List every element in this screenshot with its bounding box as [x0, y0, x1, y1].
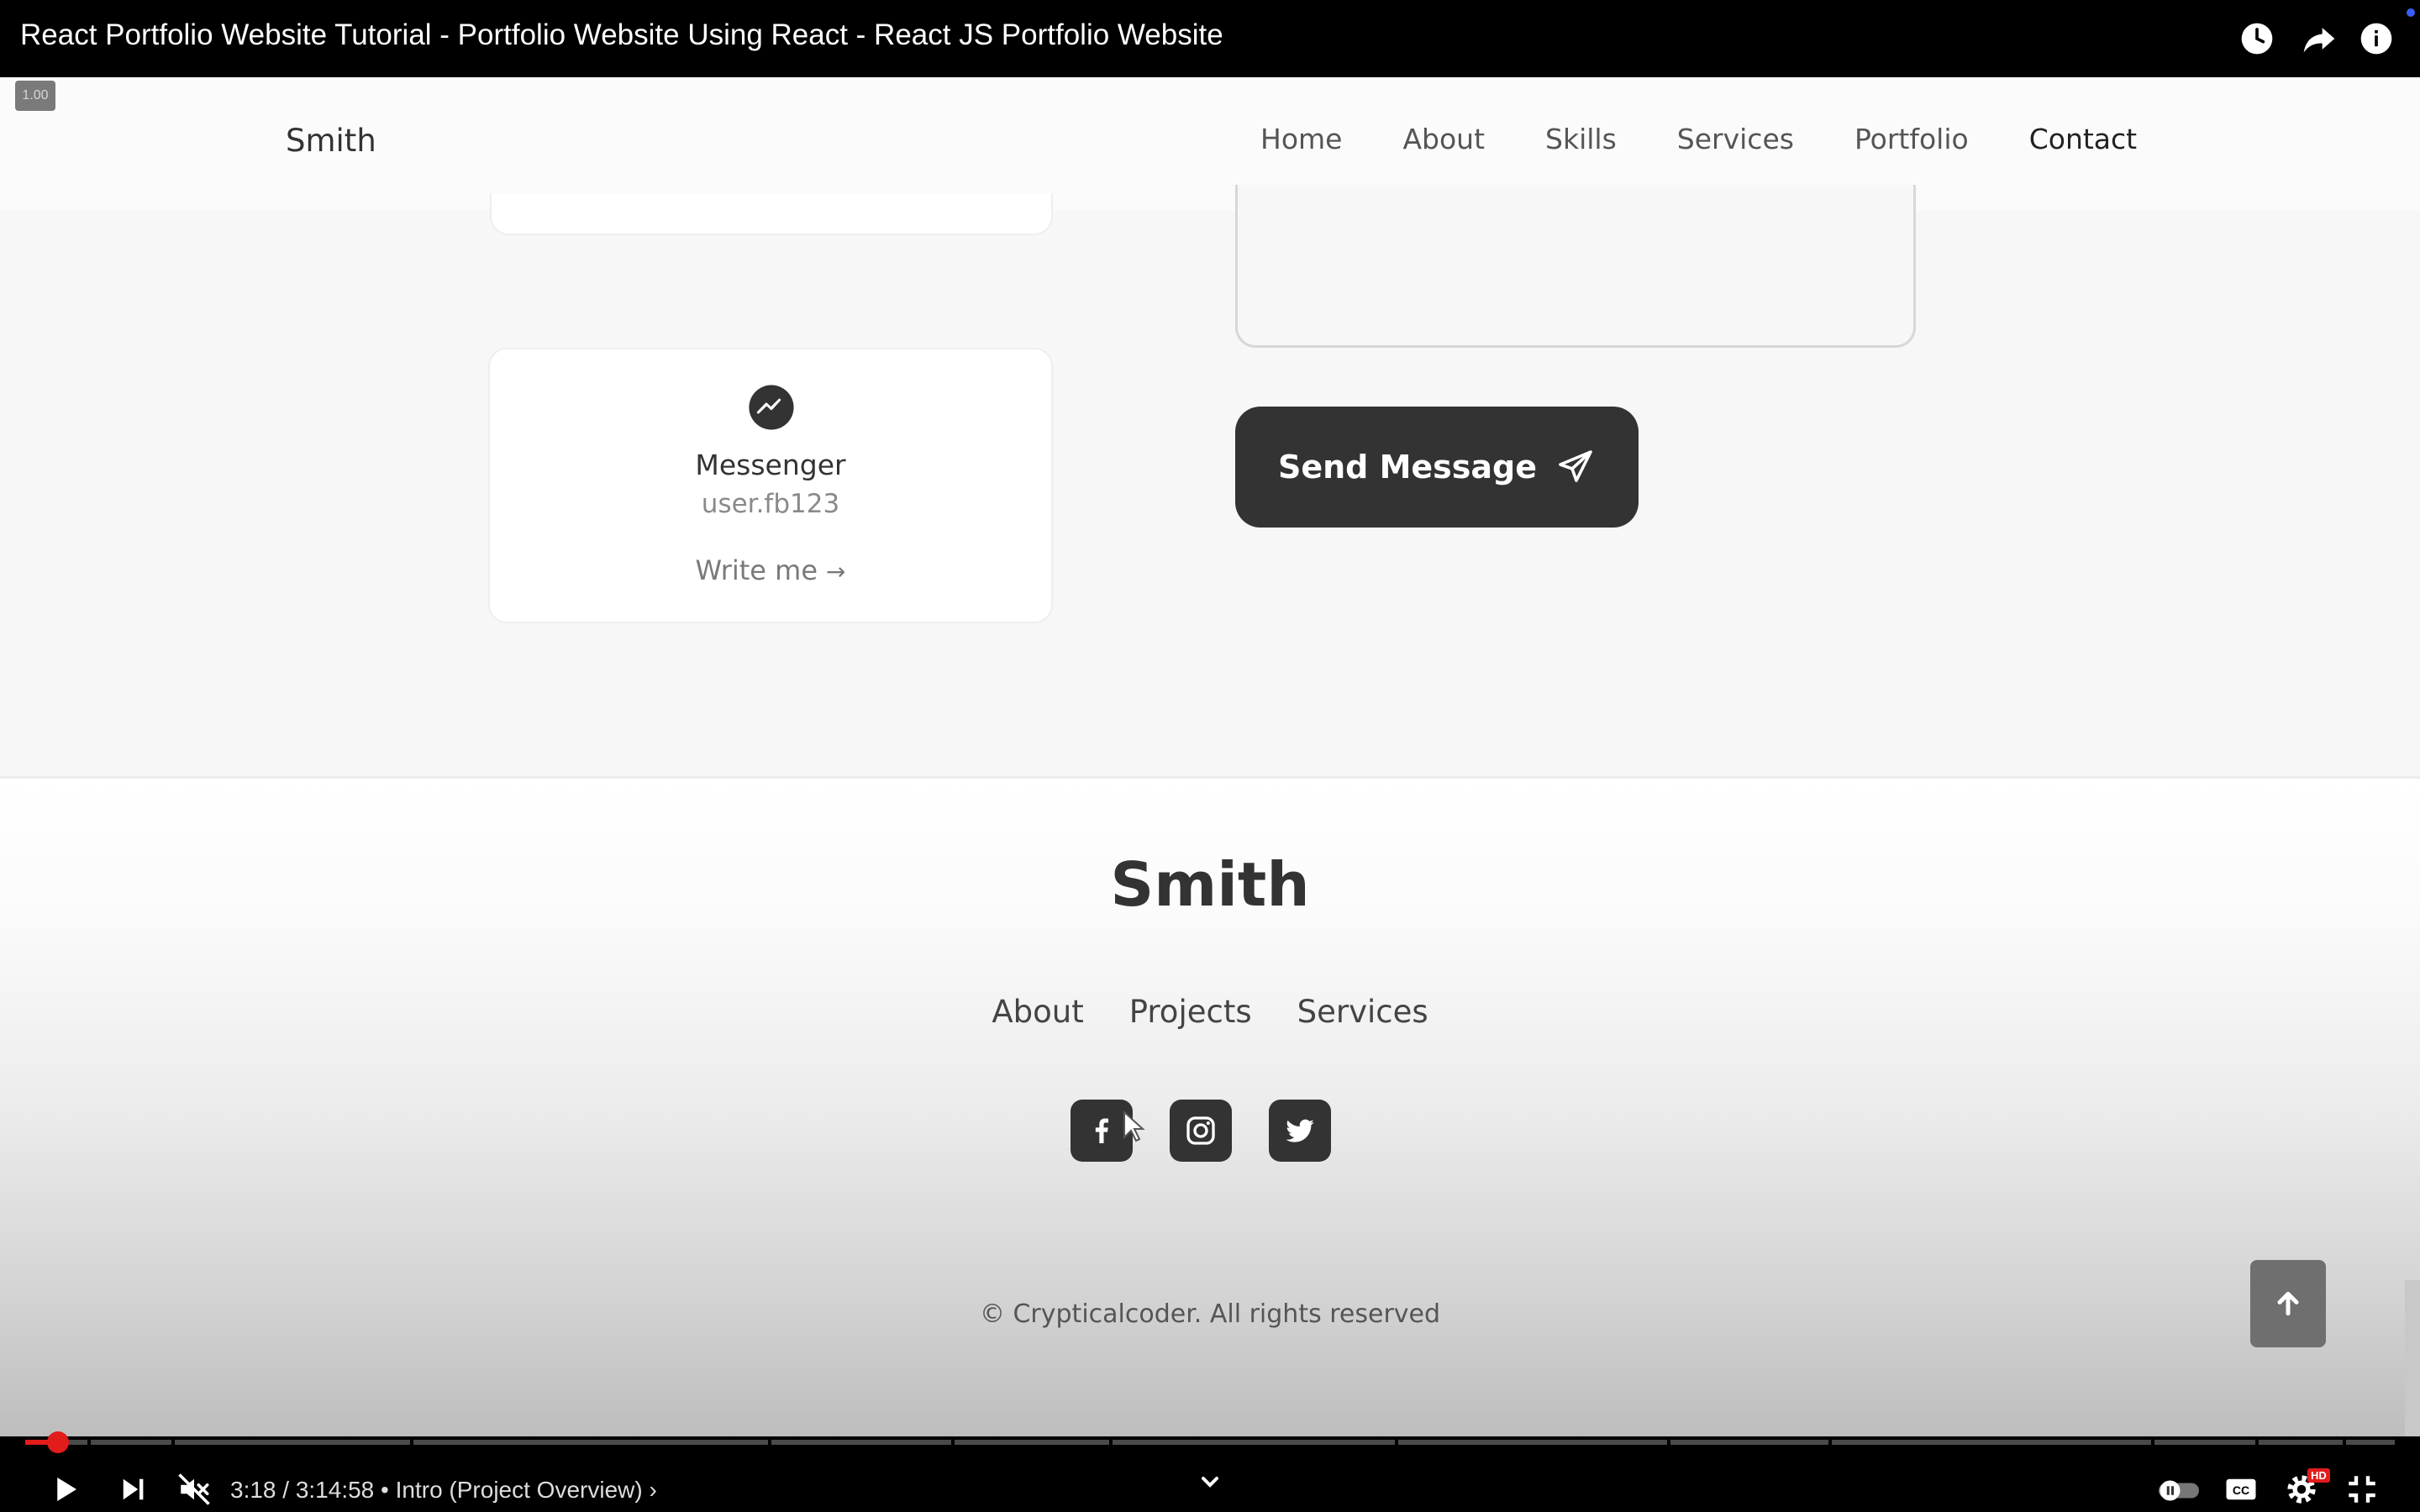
page-scrollbar[interactable] — [2405, 1280, 2420, 1436]
progress-segment — [771, 1440, 951, 1445]
contact-section: Messenger user.fb123 Write me → Send Mess… — [0, 185, 2420, 776]
nav-contact[interactable]: Contact — [2029, 123, 2137, 155]
twitter-icon[interactable] — [1269, 1100, 1331, 1162]
site-footer: Smith About Projects Services © Cryptica… — [0, 776, 2420, 1436]
progress-segment — [1670, 1440, 1828, 1445]
progress-segment — [2154, 1440, 2255, 1445]
chapter-title[interactable]: • Intro (Project Overview) › — [381, 1477, 657, 1503]
send-icon — [1559, 450, 1592, 482]
progress-segment — [2259, 1440, 2343, 1445]
instagram-icon[interactable] — [1170, 1100, 1232, 1162]
footer-logo[interactable]: Smith — [0, 849, 2420, 920]
nav-about[interactable]: About — [1402, 123, 1485, 155]
info-icon[interactable] — [2358, 20, 2395, 57]
footer-links: About Projects Services — [0, 994, 2420, 1030]
nav-home[interactable]: Home — [1260, 123, 1342, 155]
write-me-label: Write me — [695, 554, 818, 586]
chevron-down-icon[interactable] — [1197, 1468, 1223, 1495]
footer-link-about[interactable]: About — [992, 994, 1083, 1030]
video-title[interactable]: React Portfolio Website Tutorial - Portf… — [20, 18, 1223, 52]
send-message-label: Send Message — [1277, 449, 1538, 486]
progress-segment — [413, 1440, 768, 1445]
video-viewport[interactable]: Smith Home About Skills Services Portfol… — [0, 77, 2420, 1436]
messenger-icon — [747, 383, 796, 432]
autoplay-toggle[interactable] — [2156, 1472, 2202, 1507]
play-icon[interactable] — [47, 1472, 82, 1507]
next-icon[interactable] — [116, 1472, 151, 1507]
nav-portfolio[interactable]: Portfolio — [1854, 123, 1969, 155]
message-textarea[interactable] — [1235, 185, 1916, 348]
site-nav: Home About Skills Services Portfolio Con… — [1260, 123, 2137, 155]
progress-segment — [1113, 1440, 1395, 1445]
site-logo[interactable]: Smith — [286, 123, 376, 159]
copyright-text: © Crypticalcoder. All rights reserved — [979, 1299, 1441, 1329]
video-top-bar: React Portfolio Website Tutorial - Portf… — [0, 0, 2420, 77]
footer-link-services[interactable]: Services — [1297, 994, 1428, 1030]
progress-scrubber[interactable] — [47, 1431, 69, 1453]
nav-services[interactable]: Services — [1677, 123, 1794, 155]
nav-skills[interactable]: Skills — [1545, 123, 1617, 155]
scroll-up-button[interactable] — [2250, 1260, 2326, 1347]
arrow-right-icon: → — [826, 558, 846, 585]
mouse-cursor-icon — [1123, 1110, 1146, 1144]
footer-social — [1071, 1100, 1331, 1162]
exit-fullscreen-icon[interactable] — [2344, 1472, 2380, 1507]
card-data: user.fb123 — [701, 489, 840, 519]
speed-badge: 1.00 — [15, 81, 55, 111]
progress-segment — [91, 1440, 171, 1445]
watch-later-icon[interactable] — [2238, 20, 2275, 57]
progress-segment — [1832, 1440, 2151, 1445]
contact-card-partial — [490, 193, 1053, 235]
mute-icon[interactable] — [176, 1472, 212, 1507]
time-display: 3:18 / 3:14:58 • Intro (Project Overview… — [230, 1477, 657, 1504]
notification-dot — [2407, 8, 2415, 17]
arrow-up-icon — [2277, 1291, 2299, 1316]
hd-badge: HD — [2307, 1468, 2330, 1483]
footer-link-projects[interactable]: Projects — [1129, 994, 1252, 1030]
write-me-link[interactable]: Write me → — [490, 554, 1051, 586]
player-controls: 3:18 / 3:14:58 • Intro (Project Overview… — [0, 1431, 2420, 1512]
time-current-total: 3:18 / 3:14:58 — [230, 1477, 375, 1503]
progress-segment — [2346, 1440, 2395, 1445]
captions-icon[interactable]: CC — [2223, 1472, 2259, 1507]
progress-bar[interactable] — [25, 1431, 2395, 1453]
card-title: Messenger — [695, 449, 846, 481]
svg-text:CC: CC — [2233, 1483, 2249, 1497]
send-message-button[interactable]: Send Message — [1235, 407, 1639, 528]
site-header: Smith Home About Skills Services Portfol… — [0, 77, 2420, 210]
share-icon[interactable] — [2301, 20, 2338, 57]
progress-segment — [1398, 1440, 1667, 1445]
contact-card-messenger: Messenger user.fb123 Write me → — [488, 348, 1053, 623]
progress-segment — [955, 1440, 1109, 1445]
progress-segment — [175, 1440, 410, 1445]
